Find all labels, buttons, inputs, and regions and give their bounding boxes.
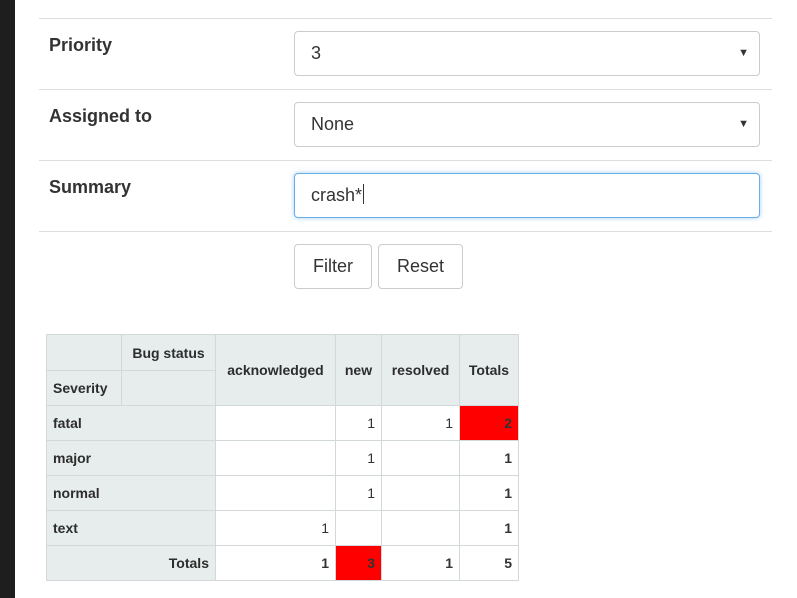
col-header-resolved: resolved	[381, 334, 460, 406]
table-cell: 1	[335, 475, 382, 511]
table-cell	[381, 510, 460, 546]
totals-row: Totals 1 3 1 5	[46, 545, 519, 581]
row-label: normal	[46, 475, 216, 511]
table-cell: 1	[381, 545, 460, 581]
summary-value: crash*	[311, 185, 363, 205]
assigned-select[interactable]: None ▼	[294, 102, 760, 147]
button-row: Filter Reset	[39, 231, 772, 312]
filter-button[interactable]: Filter	[294, 244, 372, 289]
pivot-corner	[46, 334, 122, 371]
summary-row: Summary crash*	[39, 160, 772, 231]
pivot-table: Bug status acknowledged new resolved Tot…	[46, 334, 519, 581]
table-row: major 1 1	[46, 440, 519, 476]
table-row: fatal 1 1 2	[46, 405, 519, 441]
reset-button[interactable]: Reset	[378, 244, 463, 289]
summary-label: Summary	[49, 177, 132, 197]
priority-select[interactable]: 3 ▼	[294, 31, 760, 76]
row-dimension-label: Severity	[46, 370, 122, 406]
priority-label: Priority	[49, 35, 113, 55]
table-cell	[215, 440, 336, 476]
table-cell: 1	[215, 510, 336, 546]
totals-label: Totals	[46, 545, 216, 581]
summary-input[interactable]: crash*	[294, 173, 760, 218]
table-cell	[381, 475, 460, 511]
row-label: fatal	[46, 405, 216, 441]
table-cell: 1	[335, 405, 382, 441]
table-cell	[215, 475, 336, 511]
table-cell	[215, 405, 336, 441]
assigned-label: Assigned to	[49, 106, 153, 126]
table-cell-highlight: 2	[459, 405, 519, 441]
col-header-acknowledged: acknowledged	[215, 334, 336, 406]
table-cell: 1	[459, 440, 519, 476]
row-label: major	[46, 440, 216, 476]
table-cell: 1	[381, 405, 460, 441]
row-label: text	[46, 510, 216, 546]
col-dimension-label: Bug status	[121, 334, 216, 371]
table-row: text 1 1	[46, 510, 519, 546]
assigned-value: None	[311, 114, 355, 134]
col-header-new: new	[335, 334, 382, 406]
table-cell: 1	[335, 440, 382, 476]
assigned-row: Assigned to None ▼	[39, 89, 772, 160]
table-cell: 1	[459, 475, 519, 511]
filter-panel: Priority 3 ▼ Assigned to None ▼ Summary …	[15, 0, 797, 598]
priority-row: Priority 3 ▼	[39, 18, 772, 89]
table-cell: 5	[459, 545, 519, 581]
pivot-corner-blank	[121, 370, 216, 406]
table-row: normal 1 1	[46, 475, 519, 511]
table-cell: 1	[459, 510, 519, 546]
table-cell-highlight: 3	[335, 545, 382, 581]
col-header-totals: Totals	[459, 334, 519, 406]
table-cell	[381, 440, 460, 476]
text-cursor	[363, 184, 365, 204]
caret-down-icon: ▼	[738, 118, 749, 130]
table-cell	[335, 510, 382, 546]
priority-value: 3	[311, 43, 322, 63]
table-cell: 1	[215, 545, 336, 581]
caret-down-icon: ▼	[738, 47, 749, 59]
